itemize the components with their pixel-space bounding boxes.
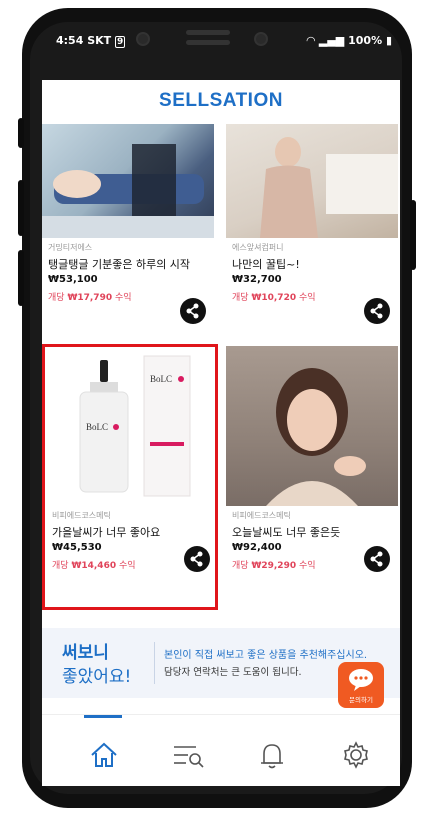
share-glyph [370,551,383,567]
share-icon[interactable] [364,546,390,572]
app-screen: SELLSATION 거밍티저에스 탱글탱글 기분좋은 하루의 시작 ₩53,1… [42,80,400,786]
product-image[interactable] [226,124,398,238]
home-icon[interactable] [84,735,124,775]
gear-icon-glyph [344,741,368,769]
volume-button [18,180,24,236]
banner-title-line1: 써보니 [62,643,109,663]
status-time: 4:54 SKT 9 [56,34,126,48]
seller-name: 거밍티저에스 [48,243,93,252]
product-image[interactable] [42,124,214,238]
search-list-icon[interactable] [168,735,208,775]
volume-button [18,118,24,148]
product-photo-illustration [42,144,214,238]
wifi-icon: ◠ [306,34,316,47]
active-tab-indicator [84,715,122,718]
signal-icon: ▂▄▆ [318,34,345,47]
app-header: SELLSATION [42,80,400,124]
home-icon-glyph [91,742,117,767]
bottom-tab-bar [42,714,400,786]
volume-button [18,250,24,306]
banner-divider [154,642,155,684]
product-image[interactable] [226,346,398,506]
product-price: ₩53,100 [48,274,98,285]
share-icon[interactable] [364,298,390,324]
app-logo: SELLSATION [159,90,283,111]
seller-name: 에스앞셔컴퍼니 [232,243,284,252]
product-price: ₩32,700 [232,274,282,285]
product-photo-illustration [266,368,366,506]
share-icon[interactable] [180,298,206,324]
product-title[interactable]: 나만의 꿀팁~! [232,256,300,272]
earnings-per-unit: 개당 ₩29,290 수익 [232,561,316,571]
product-card[interactable]: 거밍티저에스 탱글탱글 기분좋은 하루의 시작 ₩53,100 개당 ₩17,7… [42,124,214,334]
bell-icon[interactable] [252,735,292,775]
inquiry-chat-button[interactable]: 문의하기 [338,662,384,708]
bell-icon-glyph [261,744,283,769]
share-glyph [186,303,199,319]
share-glyph [370,303,383,319]
product-title[interactable]: 오늘날씨도 너무 좋은듯 [232,524,340,540]
banner-title-line2: 좋았어요! [62,667,132,687]
earnings-per-unit: 개당 ₩17,790 수익 [48,293,132,303]
banner-text-line1: 본인이 직접 써보고 좋은 상품을 추천해주십시오. [164,650,368,661]
battery-icon: ▮ [385,34,392,47]
sim-icon: 9 [115,36,126,48]
chat-bubble-icon [349,669,373,691]
product-card[interactable]: 에스앞셔컴퍼니 나만의 꿀팁~! ₩32,700 개당 ₩10,720 수익 [226,124,398,334]
banner-text-line2: 담당자 연락처는 큰 도움이 됩니다. [164,667,302,678]
selected-card-highlight [42,344,218,610]
seller-name: 비피에드코스메틱 [232,511,291,520]
earnings-per-unit: 개당 ₩10,720 수익 [232,293,316,303]
product-title[interactable]: 탱글탱글 기분좋은 하루의 시작 [48,256,190,272]
product-price: ₩92,400 [232,542,282,553]
product-card[interactable]: 비피에드코스메틱 오늘날씨도 너무 좋은듯 ₩92,400 개당 ₩29,290… [226,346,398,576]
status-bar: 4:54 SKT 9 ◠ ▂▄▆ 100% ▮ [56,30,392,54]
settings-gear-icon[interactable] [336,735,376,775]
chat-button-label: 문의하기 [349,696,373,704]
search-list-icon-glyph [174,746,204,768]
product-photo-illustration [260,137,398,238]
status-right: ◠ ▂▄▆ 100% ▮ [306,34,392,47]
power-button [410,200,416,270]
